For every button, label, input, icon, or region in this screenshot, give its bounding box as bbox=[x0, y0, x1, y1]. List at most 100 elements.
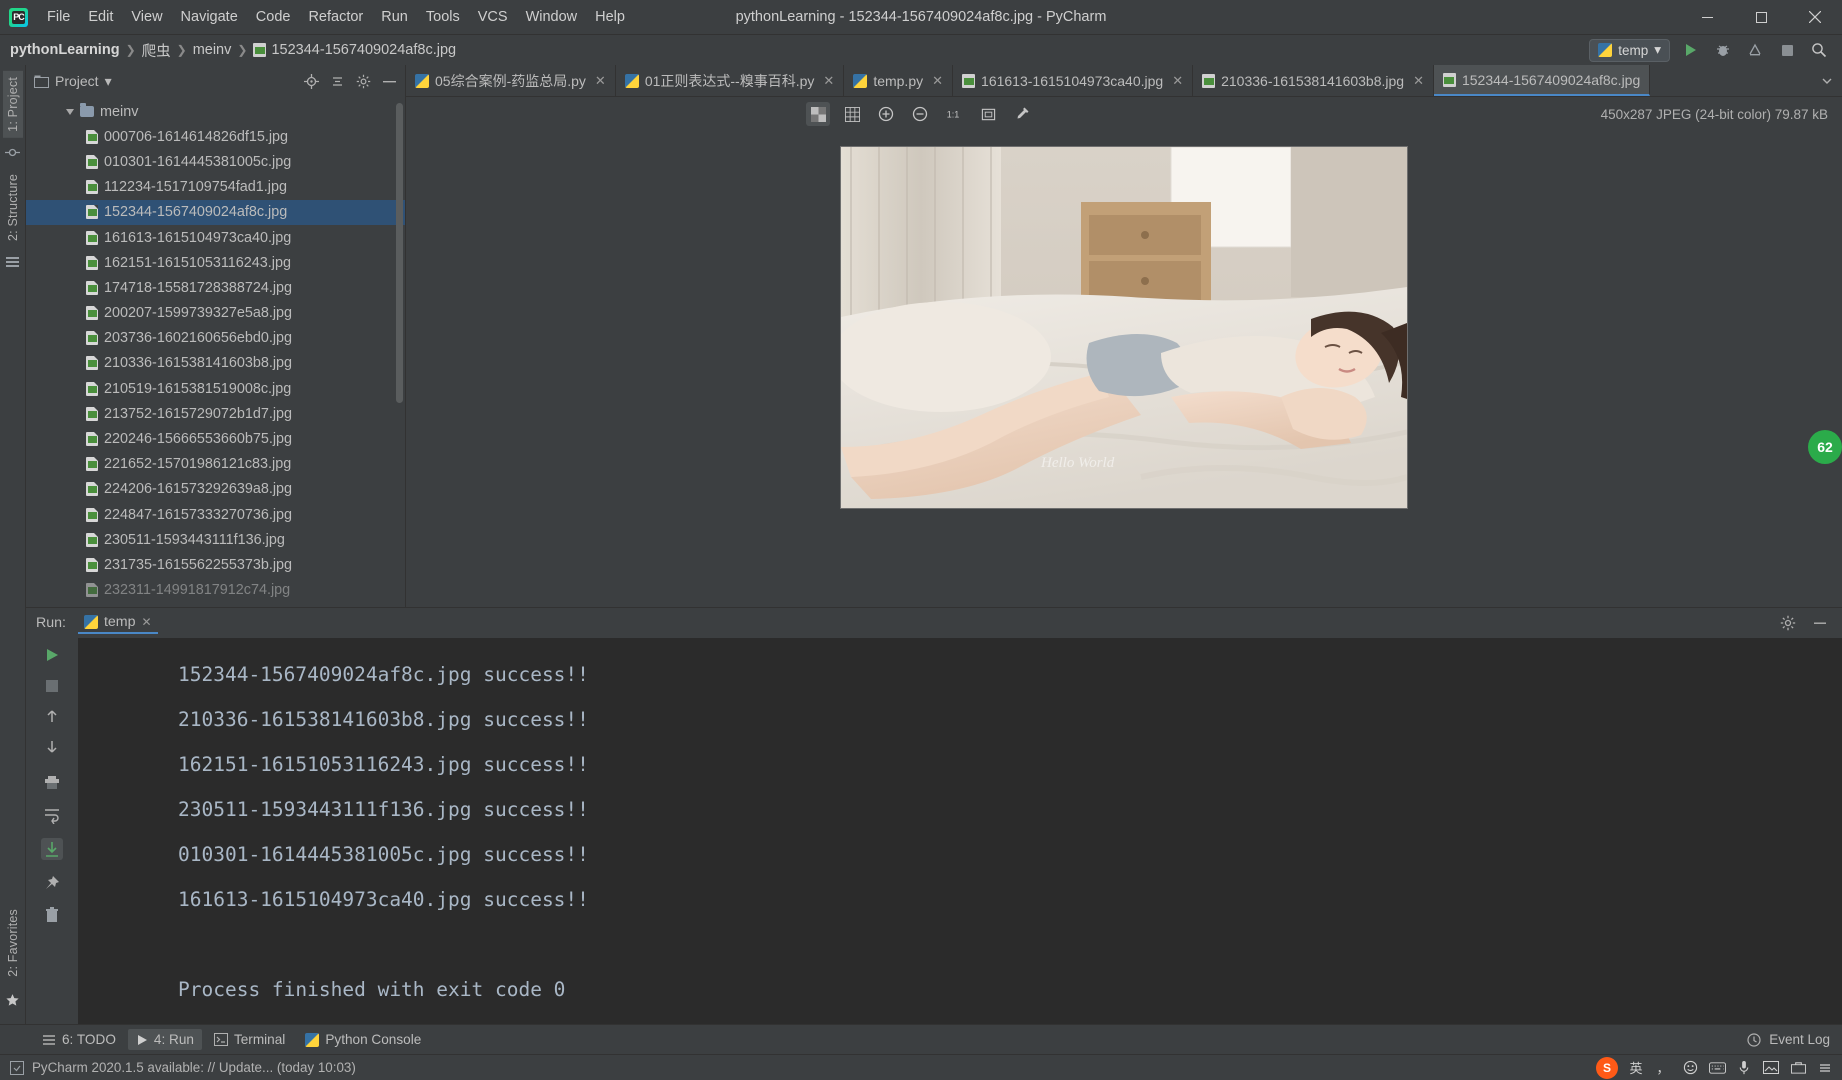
status-message[interactable]: PyCharm 2020.1.5 available: // Update...… bbox=[32, 1060, 356, 1075]
list-item[interactable]: 230511-1593443111f136.jpg bbox=[26, 527, 405, 552]
image-tool-icon[interactable] bbox=[1762, 1059, 1780, 1077]
zoom-in-icon[interactable] bbox=[874, 102, 898, 126]
menu-icon[interactable] bbox=[1816, 1059, 1834, 1077]
list-item[interactable]: 203736-1602160656ebd0.jpg bbox=[26, 326, 405, 351]
list-item[interactable]: 210519-1615381519008c.jpg bbox=[26, 376, 405, 401]
bottom-tab-python-console[interactable]: Python Console bbox=[297, 1029, 429, 1050]
list-item[interactable]: 174718-15581728388724.jpg bbox=[26, 275, 405, 300]
list-item[interactable]: 220246-15666553660b75.jpg bbox=[26, 426, 405, 451]
menu-code[interactable]: Code bbox=[247, 5, 300, 29]
locate-icon[interactable] bbox=[304, 73, 319, 89]
list-item[interactable]: 161613-1615104973ca40.jpg bbox=[26, 225, 405, 250]
bookmarks-icon[interactable] bbox=[5, 254, 21, 270]
pin-icon[interactable] bbox=[43, 874, 61, 892]
down-icon[interactable] bbox=[44, 738, 60, 754]
language-indicator[interactable]: 英 bbox=[1627, 1059, 1645, 1077]
sidebar-tab-project[interactable]: 1: Project bbox=[2, 71, 23, 138]
search-icon[interactable] bbox=[1808, 39, 1830, 61]
breadcrumb-folder[interactable]: 爬虫 bbox=[142, 40, 171, 61]
project-scrollbar[interactable] bbox=[396, 103, 403, 403]
event-log-area[interactable]: Event Log bbox=[1747, 1032, 1842, 1047]
fit-screen-icon[interactable] bbox=[976, 102, 1000, 126]
menu-window[interactable]: Window bbox=[517, 5, 587, 29]
menu-file[interactable]: File bbox=[38, 5, 79, 29]
smiley-icon[interactable] bbox=[1681, 1059, 1699, 1077]
project-file-tree[interactable]: meinv 000706-1614614826df15.jpg 010301-1… bbox=[26, 97, 405, 607]
mic-icon[interactable] bbox=[1735, 1059, 1753, 1077]
trash-icon[interactable] bbox=[43, 906, 61, 924]
close-icon[interactable]: ✕ bbox=[142, 615, 152, 629]
list-item[interactable]: 112234-1517109754fad1.jpg bbox=[26, 175, 405, 200]
star-icon[interactable] bbox=[5, 993, 21, 1009]
zoom-out-icon[interactable] bbox=[908, 102, 932, 126]
menu-run[interactable]: Run bbox=[372, 5, 417, 29]
run-configuration-selector[interactable]: temp ▾ bbox=[1589, 38, 1670, 62]
list-item-selected[interactable]: 152344-1567409024af8c.jpg bbox=[26, 199, 405, 225]
actual-size-icon[interactable]: 1:1 bbox=[942, 102, 966, 126]
hide-panel-icon[interactable] bbox=[382, 74, 397, 89]
run-button[interactable] bbox=[1680, 39, 1702, 61]
list-item[interactable]: 221652-15701986121c83.jpg bbox=[26, 452, 405, 477]
close-icon[interactable]: ✕ bbox=[823, 73, 834, 89]
tab-list-chevron-icon[interactable] bbox=[1820, 74, 1834, 88]
up-icon[interactable] bbox=[44, 708, 60, 724]
commit-icon[interactable] bbox=[4, 145, 21, 161]
console-output[interactable]: 152344-1567409024af8c.jpg success!! 2103… bbox=[78, 638, 1842, 1024]
soft-wrap-icon[interactable] bbox=[43, 806, 61, 825]
hide-panel-icon[interactable] bbox=[1812, 615, 1828, 631]
tab-05-drug[interactable]: 05综合案例-药监总局.py ✕ bbox=[406, 65, 616, 96]
close-icon[interactable]: ✕ bbox=[1172, 73, 1183, 89]
scroll-to-end-icon[interactable] bbox=[41, 838, 63, 861]
maximize-button[interactable] bbox=[1734, 0, 1788, 35]
comma-icon[interactable]: ， bbox=[1654, 1059, 1672, 1077]
close-icon[interactable]: ✕ bbox=[1413, 73, 1424, 89]
tab-image-210336[interactable]: 210336-161538141603b8.jpg ✕ bbox=[1193, 65, 1434, 96]
minimize-button[interactable] bbox=[1680, 0, 1734, 35]
grid-icon[interactable] bbox=[840, 102, 864, 126]
keyboard-icon[interactable] bbox=[1708, 1059, 1726, 1077]
gear-icon[interactable] bbox=[1780, 615, 1796, 631]
list-item[interactable]: 224847-16157333270736.jpg bbox=[26, 502, 405, 527]
toolbox-icon[interactable] bbox=[1789, 1059, 1807, 1077]
sidebar-tab-favorites[interactable]: 2: Favorites bbox=[3, 903, 23, 983]
run-tab-temp[interactable]: temp ✕ bbox=[77, 612, 158, 635]
list-item[interactable]: 210336-161538141603b8.jpg bbox=[26, 351, 405, 376]
sogou-logo-icon[interactable]: S bbox=[1596, 1056, 1618, 1079]
menu-edit[interactable]: Edit bbox=[79, 5, 122, 29]
bottom-tab-terminal[interactable]: Terminal bbox=[206, 1029, 293, 1050]
tab-image-152344[interactable]: 152344-1567409024af8c.jpg bbox=[1433, 65, 1651, 96]
list-item[interactable]: 000706-1614614826df15.jpg bbox=[26, 124, 405, 149]
collapse-all-icon[interactable] bbox=[330, 74, 345, 89]
list-item[interactable]: 200207-1599739327e5a8.jpg bbox=[26, 301, 405, 326]
stop-icon[interactable] bbox=[44, 678, 60, 694]
color-picker-icon[interactable] bbox=[1010, 102, 1034, 126]
menu-refactor[interactable]: Refactor bbox=[299, 5, 372, 29]
menu-tools[interactable]: Tools bbox=[417, 5, 469, 29]
tree-node-meinv[interactable]: meinv bbox=[26, 99, 405, 124]
breadcrumb-project[interactable]: pythonLearning bbox=[10, 42, 120, 58]
sidebar-tab-structure[interactable]: 2: Structure bbox=[3, 168, 23, 247]
list-item[interactable]: 010301-1614445381005c.jpg bbox=[26, 149, 405, 174]
list-item[interactable]: 162151-16151053116243.jpg bbox=[26, 250, 405, 275]
bottom-tab-run[interactable]: 4: Run bbox=[127, 1029, 202, 1050]
list-item[interactable]: 224206-161573292639a8.jpg bbox=[26, 477, 405, 502]
tab-01-regex[interactable]: 01正则表达式--糗事百科.py ✕ bbox=[616, 65, 845, 96]
transparency-grid-icon[interactable] bbox=[806, 102, 830, 126]
status-badge[interactable]: 62 bbox=[1808, 430, 1842, 464]
print-icon[interactable] bbox=[43, 774, 61, 792]
close-icon[interactable]: ✕ bbox=[595, 73, 606, 89]
rerun-icon[interactable] bbox=[43, 646, 61, 664]
tab-temp-py[interactable]: temp.py ✕ bbox=[844, 65, 954, 96]
menu-vcs[interactable]: VCS bbox=[469, 5, 517, 29]
coverage-button[interactable] bbox=[1744, 39, 1766, 61]
tab-image-161613[interactable]: 161613-1615104973ca40.jpg ✕ bbox=[953, 65, 1194, 96]
menu-view[interactable]: View bbox=[122, 5, 171, 29]
debug-button[interactable] bbox=[1712, 39, 1734, 61]
close-icon[interactable]: ✕ bbox=[932, 73, 943, 89]
close-button[interactable] bbox=[1788, 0, 1842, 35]
breadcrumb-subfolder[interactable]: meinv bbox=[193, 42, 232, 58]
breadcrumb-file[interactable]: 152344-1567409024af8c.jpg bbox=[253, 42, 456, 58]
project-panel-title[interactable]: Project ▾ bbox=[34, 73, 112, 90]
bottom-tab-todo[interactable]: 6: TODO bbox=[34, 1029, 124, 1050]
stop-button[interactable] bbox=[1776, 39, 1798, 61]
